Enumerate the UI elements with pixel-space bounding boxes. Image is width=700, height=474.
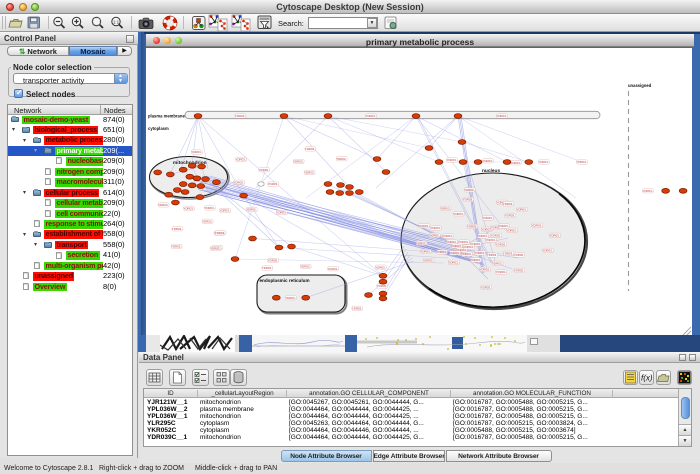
- svg-text:YDR03..: YDR03..: [366, 114, 377, 118]
- svg-text:YDR03..: YDR03..: [450, 251, 461, 255]
- svg-text:YDR03..: YDR03..: [440, 207, 451, 211]
- svg-text:YDR03..: YDR03..: [431, 226, 442, 230]
- svg-text:YDR03..: YDR03..: [246, 208, 257, 212]
- svg-text:YDR03..: YDR03..: [514, 269, 525, 273]
- svg-text:YDR03..: YDR03..: [220, 209, 231, 213]
- svg-text:YDR03..: YDR03..: [497, 114, 508, 118]
- svg-text:plasma membrane: plasma membrane: [148, 114, 185, 119]
- svg-text:YDR03..: YDR03..: [464, 188, 475, 192]
- svg-text:YDR03..: YDR03..: [234, 180, 245, 184]
- svg-text:YDR03..: YDR03..: [483, 159, 494, 163]
- svg-text:YDR03..: YDR03..: [542, 249, 553, 253]
- svg-text:YDR03..: YDR03..: [419, 224, 430, 228]
- svg-text:YDR03..: YDR03..: [268, 259, 279, 263]
- svg-text:YDR03..: YDR03..: [202, 219, 213, 223]
- svg-text:YDR03..: YDR03..: [475, 251, 486, 255]
- svg-text:YDR03..: YDR03..: [285, 296, 296, 300]
- svg-text:YDR03..: YDR03..: [268, 182, 279, 186]
- svg-text:YDR03..: YDR03..: [377, 284, 388, 288]
- svg-text:YDR03..: YDR03..: [236, 158, 247, 162]
- svg-text:YDR03..: YDR03..: [235, 114, 246, 118]
- svg-text:YDR03..: YDR03..: [503, 251, 514, 255]
- svg-text:YDR03..: YDR03..: [210, 247, 221, 251]
- svg-text:YDR03..: YDR03..: [471, 258, 482, 262]
- svg-text:YDR03..: YDR03..: [305, 147, 316, 151]
- svg-text:YDR03..: YDR03..: [499, 224, 510, 228]
- svg-text:cytoplasm: cytoplasm: [148, 126, 169, 131]
- svg-text:YDR03..: YDR03..: [443, 234, 454, 238]
- svg-text:YDR03..: YDR03..: [481, 286, 492, 290]
- svg-text:YDR03..: YDR03..: [423, 259, 434, 263]
- svg-text:YDR03..: YDR03..: [514, 253, 525, 257]
- svg-text:YDR03..: YDR03..: [532, 223, 543, 227]
- svg-text:YDR03..: YDR03..: [172, 227, 183, 231]
- svg-text:YDR03..: YDR03..: [375, 265, 386, 269]
- svg-text:YDR03..: YDR03..: [429, 233, 440, 237]
- svg-text:YDR03..: YDR03..: [486, 238, 497, 242]
- svg-text:nucleus: nucleus: [482, 168, 500, 174]
- svg-text:YDR03..: YDR03..: [505, 214, 516, 218]
- svg-text:YDR03..: YDR03..: [420, 250, 431, 254]
- svg-text:YDR03..: YDR03..: [171, 245, 182, 249]
- svg-text:YDR03..: YDR03..: [491, 233, 502, 237]
- svg-text:YDR03..: YDR03..: [204, 206, 215, 210]
- svg-text:1:1: 1:1: [113, 19, 120, 24]
- svg-text:YDR03..: YDR03..: [478, 234, 489, 238]
- svg-text:YDR03..: YDR03..: [550, 233, 561, 237]
- svg-text:YDR03..: YDR03..: [276, 211, 287, 215]
- svg-text:YDR03..: YDR03..: [467, 225, 478, 229]
- svg-text:YDR03..: YDR03..: [437, 250, 448, 254]
- svg-text:YDR03..: YDR03..: [462, 252, 473, 256]
- svg-text:YDR03..: YDR03..: [487, 253, 498, 257]
- svg-text:YDR03..: YDR03..: [328, 267, 339, 271]
- svg-text:YDR03..: YDR03..: [300, 265, 311, 269]
- svg-text:YDR03..: YDR03..: [293, 160, 304, 164]
- svg-text:YDR03..: YDR03..: [447, 158, 458, 162]
- svg-text:YDR03..: YDR03..: [492, 261, 503, 265]
- svg-text:unassigned: unassigned: [628, 83, 652, 88]
- svg-text:YDR03..: YDR03..: [304, 171, 315, 175]
- svg-text:YDR03..: YDR03..: [336, 157, 347, 161]
- svg-text:YDR03..: YDR03..: [215, 231, 226, 235]
- svg-text:YDR03..: YDR03..: [483, 216, 494, 220]
- svg-text:YDR03..: YDR03..: [448, 260, 459, 264]
- svg-text:YDR03..: YDR03..: [496, 242, 507, 246]
- svg-text:YDR03..: YDR03..: [517, 208, 528, 212]
- svg-text:YDR03..: YDR03..: [643, 189, 654, 193]
- svg-text:YDR03..: YDR03..: [503, 202, 514, 206]
- svg-text:YDR03..: YDR03..: [259, 168, 270, 172]
- svg-text:YDR03..: YDR03..: [184, 206, 195, 210]
- svg-text:YDR03..: YDR03..: [352, 306, 363, 310]
- svg-text:YDR03..: YDR03..: [453, 212, 464, 216]
- svg-text:YDR03..: YDR03..: [464, 245, 475, 249]
- svg-text:YDR03..: YDR03..: [496, 270, 507, 274]
- svg-text:YDR03..: YDR03..: [511, 161, 522, 165]
- svg-text:YDR03..: YDR03..: [463, 198, 474, 202]
- svg-text:YDR03..: YDR03..: [416, 241, 427, 245]
- svg-text:YDR03..: YDR03..: [158, 203, 169, 207]
- svg-text:YDR03..: YDR03..: [539, 160, 550, 164]
- svg-text:YDR03..: YDR03..: [459, 240, 470, 244]
- svg-text:YDR03..: YDR03..: [507, 228, 518, 232]
- svg-text:f(x): f(x): [641, 374, 653, 383]
- svg-text:endoplasmic reticulum: endoplasmic reticulum: [260, 278, 310, 283]
- svg-text:YDR03..: YDR03..: [262, 266, 273, 270]
- svg-text:YDR03..: YDR03..: [191, 150, 202, 154]
- svg-text:YDR03..: YDR03..: [577, 160, 588, 164]
- svg-text:YDR03..: YDR03..: [480, 268, 491, 272]
